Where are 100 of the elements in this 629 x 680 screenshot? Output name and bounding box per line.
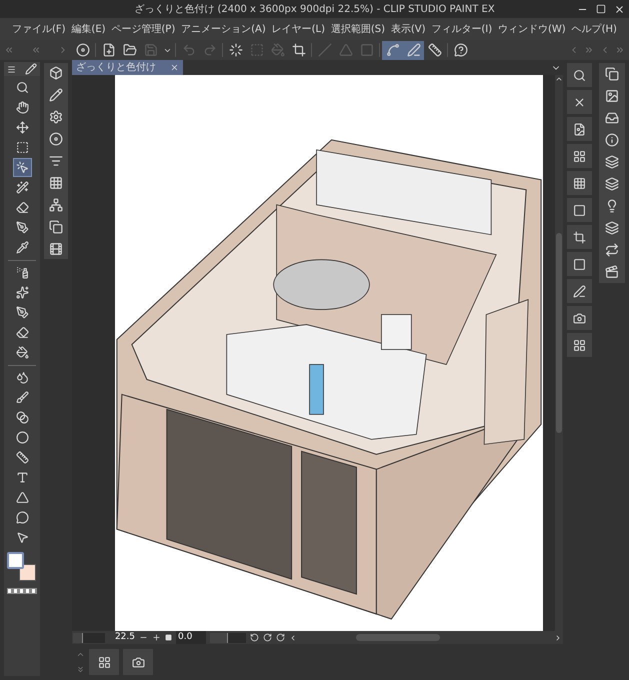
layers-icon[interactable]	[605, 221, 619, 235]
undo-icon	[182, 43, 196, 57]
panel-button[interactable]	[566, 90, 592, 114]
cube-list-icon[interactable]	[49, 66, 63, 80]
selection-icon	[16, 141, 28, 154]
grid-panel-icon	[572, 338, 586, 352]
collapse-icon[interactable]	[31, 45, 41, 55]
circle-icon[interactable]	[49, 132, 63, 146]
scroll-left-icon[interactable]	[289, 634, 297, 642]
panel-button[interactable]	[566, 117, 592, 141]
zoom-slider[interactable]	[73, 632, 105, 642]
menu-icon[interactable]	[7, 64, 16, 74]
angle-slider[interactable]	[210, 632, 246, 642]
image-icon[interactable]	[605, 89, 619, 103]
zoom-icon	[16, 81, 28, 94]
eraser-icon	[16, 326, 28, 339]
command-button[interactable]	[403, 40, 424, 60]
triangle-icon	[338, 43, 352, 57]
transparent-color-swatch[interactable]	[7, 588, 37, 594]
menu-item[interactable]: フィルター(I)	[431, 22, 492, 36]
move-icon	[16, 121, 28, 134]
expand-icon[interactable]	[614, 45, 625, 55]
cross-panel-icon	[572, 96, 586, 108]
command-button[interactable]	[382, 40, 403, 60]
object-select-icon	[16, 161, 28, 174]
panel-button[interactable]	[566, 171, 592, 195]
menu-item[interactable]: ページ管理(P)	[111, 22, 176, 36]
menu-item[interactable]: ファイル(F)	[12, 22, 66, 36]
menu-item[interactable]: アニメーション(A)	[181, 22, 266, 36]
layers-filter-icon[interactable]	[605, 177, 619, 191]
rotate-right-icon[interactable]	[263, 633, 272, 642]
list-icon[interactable]	[49, 154, 63, 168]
tray-icon[interactable]	[605, 111, 619, 125]
panel-button[interactable]	[123, 649, 153, 675]
clapper-icon[interactable]	[605, 265, 619, 279]
brush-icon	[16, 391, 28, 404]
pointer-icon	[16, 531, 28, 544]
collapse-icon[interactable]	[4, 45, 14, 55]
pages-icon[interactable]	[605, 67, 619, 81]
zoom-value[interactable]: 22.5	[109, 630, 135, 644]
magic-wand-icon	[16, 181, 28, 194]
grid-panel-icon	[572, 150, 586, 162]
film-icon[interactable]	[49, 242, 63, 256]
bulb-icon[interactable]	[605, 199, 619, 213]
zoom-in-icon[interactable]	[152, 633, 161, 642]
panel-button[interactable]	[566, 225, 592, 249]
info-icon[interactable]	[605, 133, 619, 147]
grid-icon[interactable]	[49, 176, 63, 190]
scroll-right-icon[interactable]	[554, 634, 562, 642]
menu-item[interactable]: 選択範囲(S)	[330, 22, 386, 36]
panel-button[interactable]	[566, 144, 592, 168]
pen-snap-icon	[406, 43, 420, 57]
panel-button[interactable]	[566, 63, 592, 87]
menu-item[interactable]: 表示(V)	[390, 22, 426, 36]
fill-icon	[270, 43, 284, 57]
document-tab[interactable]: ざっくりと色付け	[72, 60, 183, 75]
square-panel-icon	[572, 258, 586, 270]
pen-nib-icon	[16, 221, 28, 234]
panel-button[interactable]	[566, 279, 592, 303]
scroll-thumb[interactable]	[556, 233, 562, 433]
reset-rotation-icon[interactable]	[276, 633, 285, 642]
menu-item[interactable]: ヘルプ(H)	[572, 22, 617, 36]
expand-icon[interactable]	[584, 45, 594, 55]
scroll-up-icon[interactable]	[555, 75, 563, 83]
dashed-square-icon	[250, 43, 264, 57]
panel-button[interactable]	[566, 252, 592, 276]
panel-button[interactable]	[89, 649, 119, 675]
blend-icon	[16, 371, 28, 384]
ruler-icon	[16, 451, 28, 464]
layers-icon[interactable]	[605, 155, 619, 169]
airbrush-icon	[16, 266, 28, 279]
tool-button[interactable]	[12, 158, 32, 177]
angle-value[interactable]: 0.0	[176, 630, 206, 644]
crop-panel-icon	[572, 230, 586, 244]
loop-icon[interactable]	[605, 243, 619, 257]
menu-item[interactable]: 編集(E)	[71, 22, 106, 36]
pencil-icon[interactable]	[49, 88, 63, 102]
dots-panel-icon	[572, 176, 586, 190]
maximize-icon[interactable]	[596, 4, 606, 14]
menu-item[interactable]: レイヤー(L)	[272, 22, 325, 36]
menu-item[interactable]: ウィンドウ(W)	[498, 22, 566, 36]
fill-icon	[16, 346, 28, 359]
pages-icon[interactable]	[49, 220, 63, 234]
dotted-circle-icon	[228, 43, 242, 57]
scroll-down-icon[interactable]	[76, 665, 85, 674]
edit-panel-icon	[572, 284, 586, 298]
panel-button[interactable]	[566, 198, 592, 222]
panel-button[interactable]	[566, 333, 592, 357]
close-icon[interactable]	[614, 4, 625, 14]
camera-panel-icon	[572, 312, 586, 324]
ruler-icon	[428, 43, 442, 57]
main-color-swatch[interactable]	[7, 552, 24, 569]
panel-button[interactable]	[566, 306, 592, 330]
pencil-icon[interactable]	[25, 63, 37, 75]
sub-color-swatch[interactable]	[19, 564, 36, 581]
nodes-icon[interactable]	[49, 198, 63, 212]
fit-icon[interactable]	[165, 634, 172, 641]
frame-panel-icon	[572, 204, 586, 216]
horizontal-scroll-thumb[interactable]	[356, 634, 440, 641]
rotate-left-icon[interactable]	[250, 633, 259, 642]
